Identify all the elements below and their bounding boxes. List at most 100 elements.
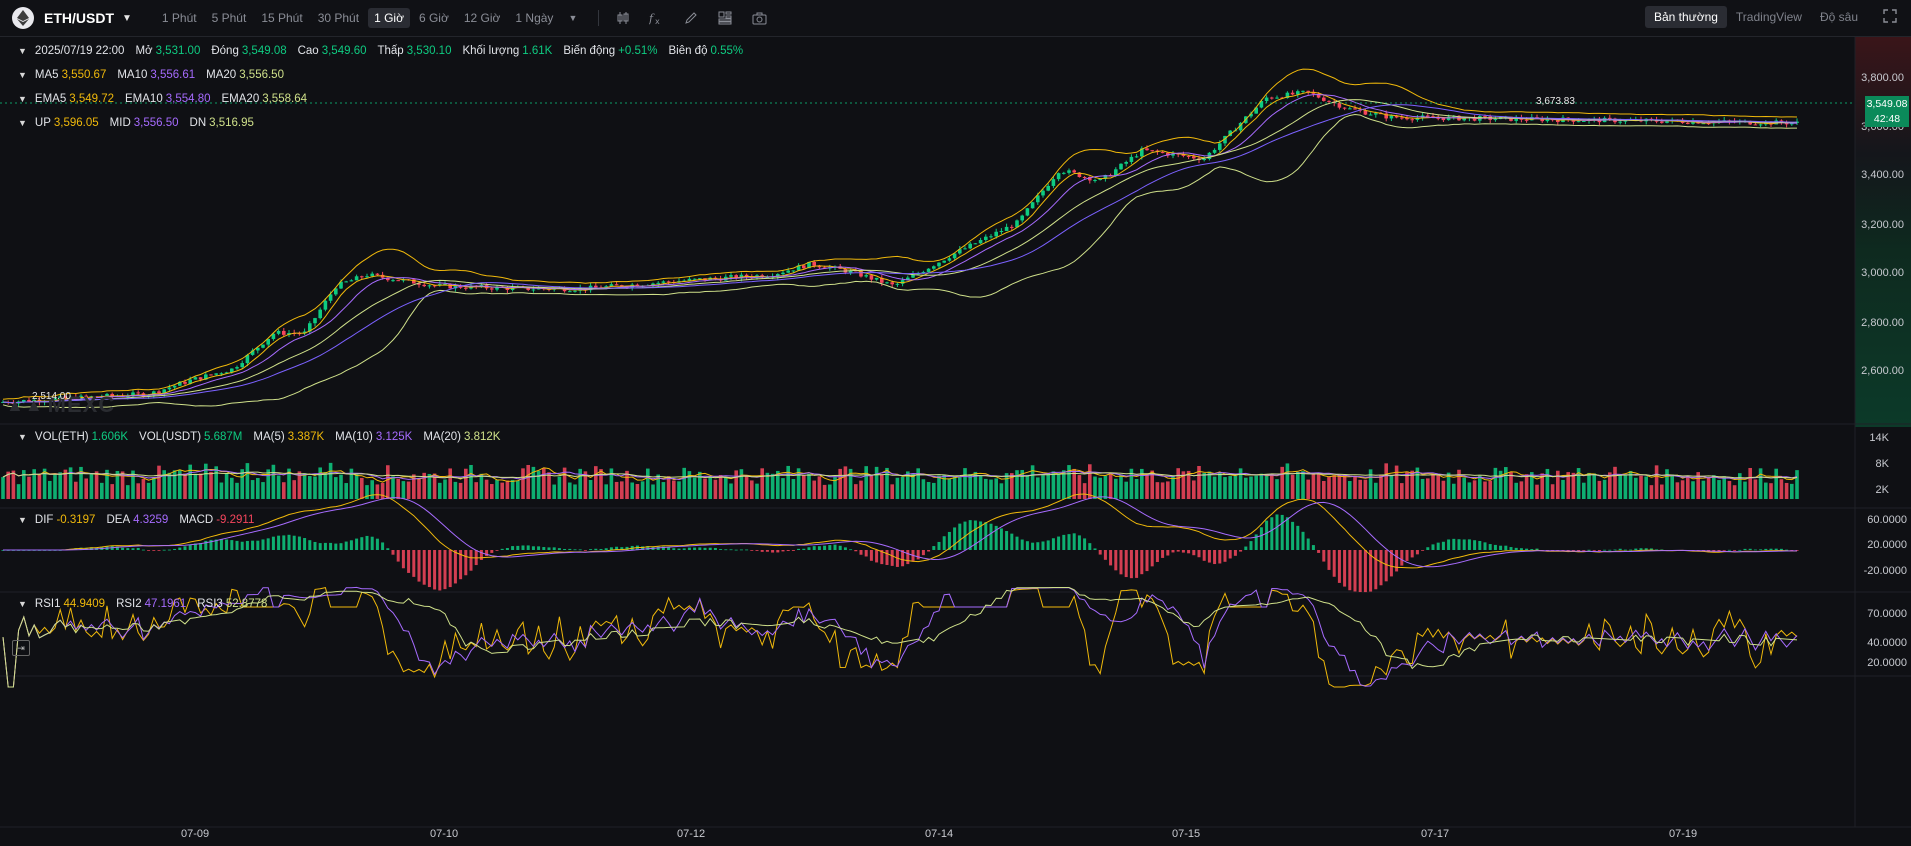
candle-type-icon[interactable]	[611, 8, 635, 28]
volume-bar	[1706, 477, 1711, 499]
collapse-boll-icon[interactable]: ▼	[18, 118, 27, 128]
volume-bar	[1654, 465, 1659, 499]
volume-bar	[1488, 480, 1492, 499]
interval-15m[interactable]: 15 Phút	[255, 8, 308, 28]
macd-histogram-bar	[791, 550, 795, 551]
macd-histogram-bar	[443, 550, 447, 590]
volume-bar	[1602, 479, 1607, 499]
interval-12h[interactable]: 12 Giờ	[458, 8, 507, 28]
camera-icon[interactable]	[747, 8, 771, 28]
collapse-ohlc-icon[interactable]: ▼	[18, 46, 27, 56]
volume-bar	[126, 485, 130, 499]
volume-bar	[864, 466, 868, 499]
macd-histogram-bar	[1457, 539, 1461, 550]
chart-area[interactable]: ▲▲ MEXC ▼ 2025/07/19 22:00 Mở 3,531.00 Đón…	[0, 37, 1911, 846]
volume-bar	[926, 481, 931, 499]
interval-dropdown-icon[interactable]: ▼	[562, 8, 583, 28]
volume-bar	[900, 476, 905, 499]
macd-histogram-bar	[1155, 550, 1159, 563]
volume-bar	[94, 471, 99, 499]
macd-histogram-bar	[1135, 550, 1139, 578]
candle-body	[1686, 122, 1690, 124]
volume-bar	[1784, 482, 1789, 499]
volume-bar	[677, 481, 681, 499]
macd-histogram-bar	[427, 550, 431, 588]
tab-depth[interactable]: Độ sâu	[1811, 6, 1867, 28]
macd-histogram-bar	[1057, 536, 1061, 550]
dea-value: 4.3259	[133, 514, 169, 526]
indicator-fx-icon[interactable]: fx	[645, 8, 669, 28]
macd-histogram-bar	[1509, 547, 1513, 550]
candle-body	[1010, 226, 1014, 228]
macd-histogram-bar	[817, 546, 821, 550]
price-axis-label: 3,800.00	[1861, 72, 1904, 84]
macd-histogram-bar	[1478, 540, 1482, 550]
collapse-macd-icon[interactable]: ▼	[18, 515, 27, 525]
candle-body	[874, 277, 879, 280]
macd-histogram-bar	[1525, 548, 1529, 550]
candle-body	[1129, 156, 1134, 162]
candle-body	[1363, 110, 1368, 115]
macd-histogram-bar	[999, 528, 1003, 550]
rsi3-value: 52.8778	[225, 598, 268, 610]
draw-pencil-icon[interactable]	[679, 8, 703, 28]
candle-body	[963, 248, 967, 250]
candle-body	[1337, 103, 1342, 108]
volume-bar	[1166, 481, 1170, 499]
rsi-axis-label: 20.0000	[1867, 657, 1907, 669]
interval-6h[interactable]: 6 Giờ	[413, 8, 455, 28]
volume-bar	[1244, 477, 1248, 499]
macd-histogram-bar	[563, 548, 567, 550]
volume-bar	[1758, 468, 1763, 499]
macd-histogram-bar	[1265, 520, 1269, 550]
collapse-vol-icon[interactable]: ▼	[18, 432, 27, 442]
collapse-ema-icon[interactable]: ▼	[18, 94, 27, 104]
macd-histogram-bar	[1337, 550, 1341, 583]
interval-1h[interactable]: 1 Giờ	[368, 8, 410, 28]
volume-bar	[703, 478, 707, 499]
macd-histogram-bar	[1129, 550, 1133, 579]
interval-1d[interactable]: 1 Ngày	[509, 8, 559, 28]
volume-bar	[1545, 468, 1550, 499]
candle-body	[1150, 150, 1154, 152]
tab-basic-view[interactable]: Bản thường	[1644, 6, 1727, 28]
macd-histogram-bar	[916, 550, 920, 560]
boll-up-value: 3,596.05	[53, 117, 99, 129]
trading-pair[interactable]: ETH/USDT	[44, 10, 114, 26]
volume-bar	[1462, 477, 1466, 499]
ema10-label: EMA10	[125, 93, 163, 105]
ema20-value: 3,558.64	[262, 93, 307, 105]
interval-30m[interactable]: 30 Phút	[312, 8, 365, 28]
candle-body	[1582, 120, 1586, 122]
volume-bar	[224, 472, 229, 499]
tab-tradingview[interactable]: TradingView	[1727, 6, 1811, 28]
interval-1m[interactable]: 1 Phút	[156, 8, 203, 28]
macd-histogram-bar	[1020, 539, 1024, 550]
volume-bar	[1041, 475, 1045, 499]
macd-histogram-bar	[973, 520, 977, 550]
macd-histogram-bar	[1452, 538, 1456, 550]
macd-histogram-bar	[121, 547, 125, 550]
volume-bar	[328, 462, 333, 499]
candle-body	[1301, 90, 1305, 92]
candle-body	[214, 373, 218, 375]
candle-body	[1218, 143, 1222, 150]
volume-label: Khối lượng	[462, 45, 520, 57]
collapse-rsi-icon[interactable]: ▼	[18, 599, 27, 609]
volume-bar	[490, 484, 494, 499]
layout-grid-icon[interactable]	[713, 8, 737, 28]
volume-bar	[1441, 480, 1446, 499]
goto-latest-icon[interactable]: ⇥	[12, 640, 30, 656]
candle-body	[157, 391, 161, 394]
candle-body	[1160, 152, 1165, 154]
candle-body	[427, 285, 432, 287]
collapse-ma-icon[interactable]: ▼	[18, 70, 27, 80]
candle-body	[895, 283, 900, 285]
volume-bar	[765, 472, 770, 499]
volume-bar	[1467, 482, 1472, 499]
pair-dropdown-icon[interactable]: ▼	[122, 13, 132, 24]
volume-bar	[599, 469, 603, 499]
interval-5m[interactable]: 5 Phút	[206, 8, 253, 28]
fullscreen-icon[interactable]	[1883, 9, 1899, 25]
macd-histogram-bar	[251, 540, 255, 550]
